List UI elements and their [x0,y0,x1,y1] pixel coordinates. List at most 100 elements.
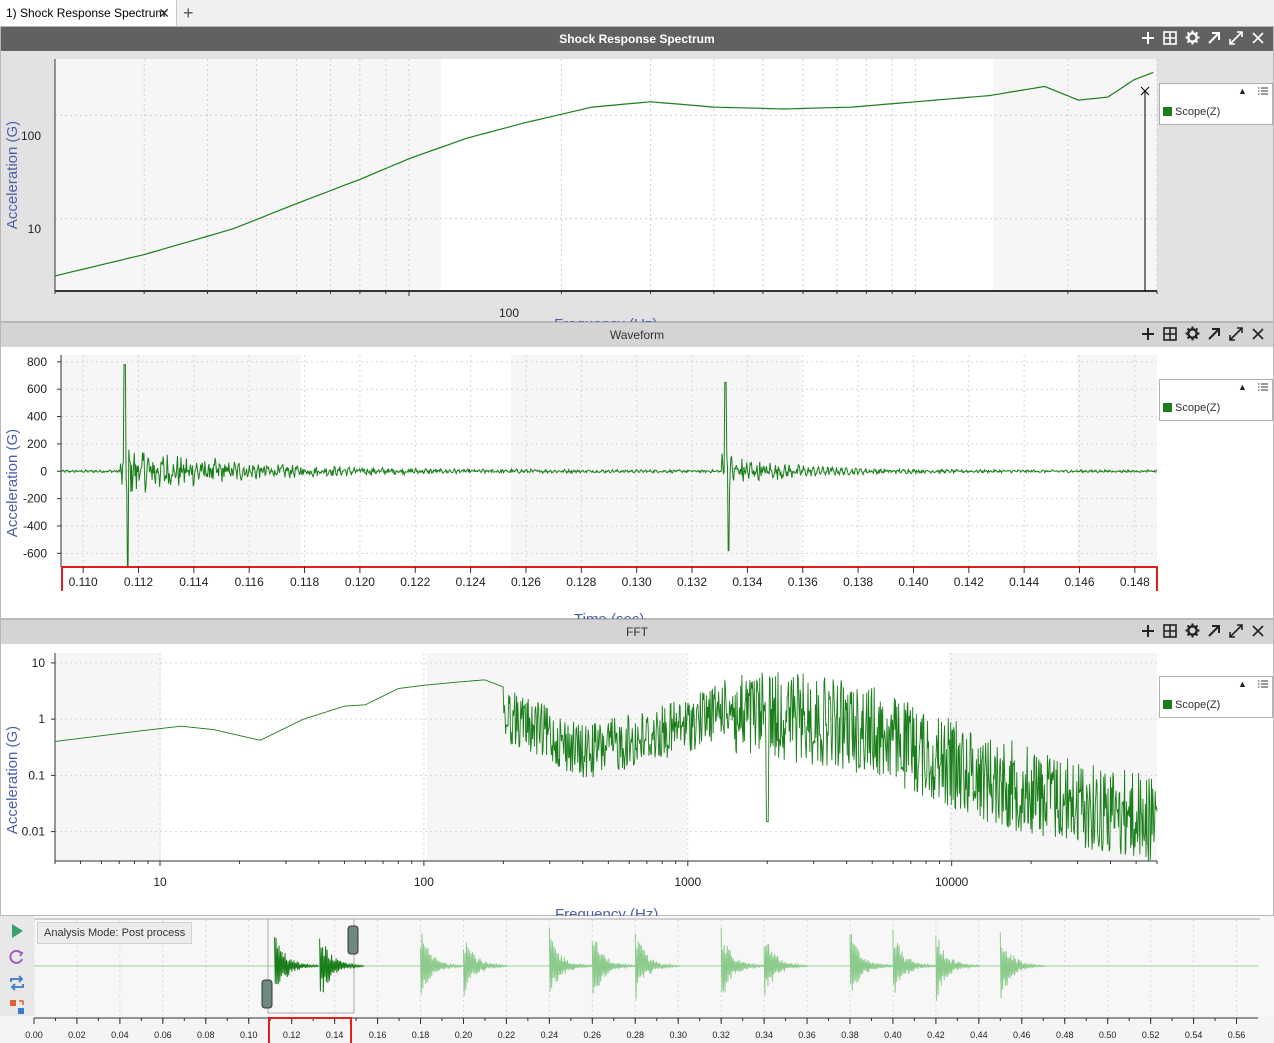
grid-icon[interactable] [1159,323,1181,347]
fft-y-axis-label: Acceleration (G) [4,726,21,834]
overview-x-tick: 0.30 [669,1030,687,1040]
waveform-header-icons [1137,323,1269,347]
waveform-selection-bracket [61,566,1158,591]
overview-x-tick: 0.50 [1099,1030,1117,1040]
legend-menu-icon[interactable] [1258,86,1268,96]
tab-shock-response-spectrum[interactable]: 1) Shock Response Spectrum ✕ [0,0,177,26]
fft-y-tick: 0.1 [28,768,45,782]
legend-entry[interactable]: Scope(Z) [1163,402,1220,414]
overview-x-tick: 0.44 [970,1030,988,1040]
waveform-x-tick: 0.118 [290,575,319,589]
fft-panel-title: FFT [626,625,648,639]
overview-x-tick: 0.40 [884,1030,902,1040]
overview-x-tick: 0.02 [68,1030,86,1040]
expand-icon[interactable] [1225,323,1247,347]
waveform-legend: ▲ Scope(Z) [1159,379,1273,421]
waveform-x-tick: 0.116 [235,575,264,589]
collapse-up-icon[interactable]: ▲ [1238,86,1247,96]
overview-x-tick: 0.18 [412,1030,430,1040]
waveform-x-tick: 0.130 [622,575,652,589]
gear-icon[interactable] [1181,620,1203,644]
analysis-tool-icon[interactable] [8,998,26,1016]
pop-out-icon[interactable] [1203,620,1225,644]
grid-icon[interactable] [1159,620,1181,644]
overview-x-tick: 0.34 [755,1030,773,1040]
reset-icon[interactable] [8,948,26,966]
legend-swatch [1163,403,1172,412]
overview-x-tick: 0.36 [798,1030,816,1040]
tab-bar: 1) Shock Response Spectrum ✕ + [0,0,1274,27]
expand-icon[interactable] [1225,27,1247,51]
waveform-y-tick: 200 [27,437,47,451]
fft-x-tick: 10000 [935,875,969,889]
plus-icon[interactable] [1137,620,1159,644]
srs-panel-header: Shock Response Spectrum [1,27,1273,51]
overview-x-tick: 0.20 [455,1030,473,1040]
selection-left-handle[interactable] [261,979,273,1009]
legend-entry[interactable]: Scope(Z) [1163,699,1220,711]
close-icon[interactable] [1247,27,1269,51]
fft-x-tick: 100 [414,875,434,889]
overview-x-tick: 0.22 [498,1030,516,1040]
waveform-y-tick: -600 [23,546,47,560]
analysis-mode-label: Analysis Mode: Post process [37,922,193,944]
close-icon[interactable] [1247,323,1269,347]
fft-x-tick: 10 [153,875,167,889]
waveform-x-tick: 0.136 [788,575,818,589]
loop-icon[interactable] [8,974,26,992]
tab-label: 1) Shock Response Spectrum [6,6,166,20]
waveform-x-tick: 0.120 [345,575,375,589]
legend-label: Scope(Z) [1175,699,1221,711]
overview-x-tick: 0.46 [1013,1030,1031,1040]
waveform-panel-title: Waveform [609,328,665,342]
selection-right-handle[interactable] [347,925,359,955]
waveform-x-tick: 0.134 [732,575,762,589]
add-tab-icon[interactable]: + [183,0,194,26]
fft-chart[interactable]: 10 1 0.1 0.01 10 100 1000 10000 Acceleration (G… [1,644,1273,916]
overview-x-tick: 0.00 [25,1030,43,1040]
fft-panel-body: 10 1 0.1 0.01 10 100 1000 10000 Acceleration (G… [1,644,1273,923]
fft-panel-header: FFT [1,620,1273,644]
plus-icon[interactable] [1137,27,1159,51]
expand-icon[interactable] [1225,620,1247,644]
legend-menu-icon[interactable] [1258,382,1268,392]
gear-icon[interactable] [1181,323,1203,347]
pop-out-icon[interactable] [1203,27,1225,51]
srs-panel-body: 100 10 100 Acceleration (G) Frequency (H… [1,51,1273,333]
waveform-x-tick: 0.128 [566,575,596,589]
legend-label: Scope(Z) [1175,106,1221,118]
plus-icon[interactable] [1137,323,1159,347]
overview-x-tick: 0.08 [197,1030,215,1040]
overview-x-tick: 0.32 [712,1030,730,1040]
collapse-up-icon[interactable]: ▲ [1238,679,1247,689]
waveform-y-tick: -200 [23,492,47,506]
waveform-x-tick: 0.112 [124,575,153,589]
waveform-panel: Waveform 800 600 400 200 0 -200 -400 -600 0.110… [0,322,1274,628]
waveform-x-tick: 0.132 [677,575,707,589]
pop-out-icon[interactable] [1203,323,1225,347]
srs-x-tick-100: 100 [499,306,519,320]
grid-icon[interactable] [1159,27,1181,51]
play-icon[interactable] [8,922,26,940]
waveform-x-tick: 0.140 [898,575,928,589]
close-tab-icon[interactable]: ✕ [158,0,170,26]
srs-panel: Shock Response Spectrum 100 10 100 Accel… [0,26,1274,333]
waveform-y-axis-label: Acceleration (G) [4,429,21,537]
waveform-chart[interactable]: 8006004002000-200-400-600 0.110 0.112 0.11… [1,347,1273,619]
waveform-panel-body: 800 600 400 200 0 -200 -400 -600 0.110 0.112 0.11… [1,347,1273,628]
close-icon[interactable] [1247,620,1269,644]
gear-icon[interactable] [1181,27,1203,51]
srs-y-tick-100: 100 [21,129,41,143]
legend-swatch [1163,107,1172,116]
srs-chart[interactable]: 100 10 100 Acceleration (G) [1,51,1273,321]
overview-x-tick: 0.16 [369,1030,387,1040]
collapse-up-icon[interactable]: ▲ [1238,382,1247,392]
overview-x-tick: 0.56 [1228,1030,1246,1040]
waveform-panel-header: Waveform [1,323,1273,347]
overview-x-tick: 0.04 [111,1030,129,1040]
srs-y-axis-label: Acceleration (G) [4,121,21,229]
legend-entry[interactable]: Scope(Z) [1163,106,1220,118]
overview-x-tick: 0.06 [154,1030,172,1040]
waveform-y-ticks: 800 600 400 200 0 -200 -400 -600 [23,355,61,560]
legend-menu-icon[interactable] [1258,679,1268,689]
